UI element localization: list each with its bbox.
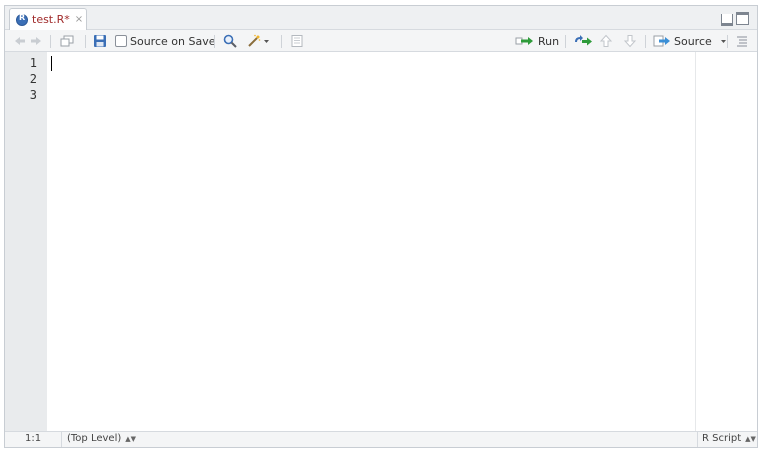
close-icon[interactable]: ×	[75, 14, 83, 25]
tab-label: test.R*	[32, 13, 70, 26]
cursor-position: 1:1	[25, 433, 42, 444]
scope-label: (Top Level)	[67, 433, 122, 444]
print-margin-line	[695, 52, 696, 432]
r-file-icon	[16, 13, 28, 26]
scope-selector[interactable]: (Top Level) ▲▼	[67, 433, 136, 444]
tab-test-r[interactable]: test.R* ×	[9, 8, 87, 30]
back-button[interactable]	[13, 33, 27, 49]
line-number: 3	[29, 88, 37, 102]
go-to-previous-section-button[interactable]	[599, 33, 613, 49]
line-number-gutter: 1 2 3	[5, 52, 47, 432]
source-on-save-toggle[interactable]: Source on Save	[115, 33, 215, 49]
status-bar: 1:1 (Top Level) ▲▼ R Script ▲▼	[5, 431, 757, 447]
outline-lines-icon	[737, 36, 747, 47]
file-type-label: R Script	[702, 433, 742, 444]
magic-wand-icon	[248, 34, 261, 47]
window-controls	[721, 12, 749, 26]
maximize-icon[interactable]	[736, 12, 749, 25]
tab-bar: test.R* ×	[5, 6, 757, 30]
code-editor[interactable]	[47, 52, 757, 432]
go-to-next-section-button[interactable]	[623, 33, 637, 49]
arrow-down-icon	[623, 35, 637, 48]
show-in-new-window-button[interactable]	[60, 33, 74, 49]
chevron-down-icon[interactable]	[720, 38, 727, 45]
source-arrow-icon	[653, 35, 670, 47]
minimize-icon[interactable]	[721, 14, 733, 26]
source-label: Source	[674, 34, 712, 48]
forward-button[interactable]	[29, 33, 43, 49]
find-replace-button[interactable]	[223, 33, 237, 49]
code-tools-button[interactable]	[247, 33, 270, 49]
line-number: 1	[29, 56, 37, 70]
floppy-disk-icon	[94, 35, 106, 47]
chevron-down-icon	[264, 39, 269, 43]
source-on-save-checkbox[interactable]	[115, 35, 127, 47]
line-number: 2	[29, 72, 37, 86]
up-down-arrows-icon: ▲▼	[745, 435, 756, 443]
source-button[interactable]: Source	[653, 33, 727, 49]
rerun-icon	[575, 35, 592, 46]
notebook-icon	[291, 35, 303, 47]
text-cursor	[51, 56, 52, 71]
document-outline-button[interactable]	[735, 33, 749, 49]
up-down-arrows-icon: ▲▼	[125, 435, 137, 443]
editor-toolbar: Source on Save Run Source	[5, 30, 757, 52]
file-type-selector[interactable]: R Script ▲▼	[702, 433, 756, 444]
run-button[interactable]: Run	[515, 33, 559, 49]
popout-window-icon	[60, 35, 74, 47]
magnifier-icon	[223, 34, 237, 48]
compile-report-button[interactable]	[290, 33, 304, 49]
rerun-previous-button[interactable]	[573, 33, 593, 49]
source-on-save-label: Source on Save	[130, 34, 216, 48]
run-arrow-icon	[515, 37, 533, 45]
save-button[interactable]	[93, 33, 107, 49]
run-label: Run	[538, 34, 560, 48]
arrow-up-icon	[599, 34, 613, 47]
source-editor-pane: test.R* × Source on Save	[4, 5, 758, 448]
arrow-left-icon	[15, 37, 25, 45]
arrow-right-icon	[31, 37, 41, 45]
